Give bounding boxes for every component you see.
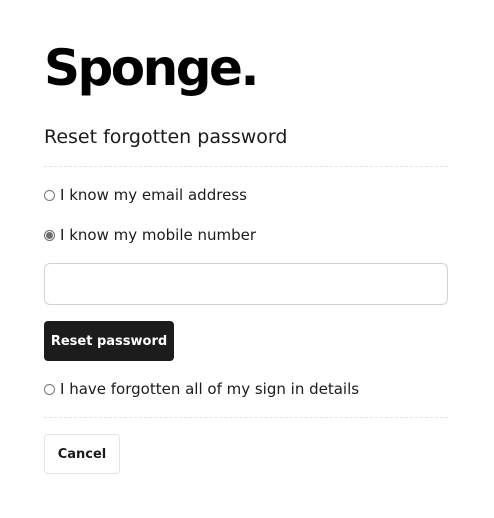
cancel-button[interactable]: Cancel <box>44 434 120 474</box>
mobile-option-label: I know my mobile number <box>60 226 257 244</box>
option-email-address[interactable]: I know my email address <box>44 183 247 207</box>
divider-top <box>44 166 448 167</box>
sponge-logo: Sponge. <box>44 39 259 97</box>
mobile-radio[interactable] <box>44 229 55 241</box>
email-option-label: I know my email address <box>60 186 247 204</box>
reset-password-button[interactable]: Reset password <box>44 321 174 361</box>
radio-selected-dot <box>46 231 53 239</box>
page-title: Reset forgotten password <box>44 126 288 148</box>
forgot-radio[interactable] <box>44 383 55 395</box>
divider-bottom <box>44 417 448 418</box>
mobile-number-input[interactable] <box>44 263 448 305</box>
option-mobile-number[interactable]: I know my mobile number <box>44 223 256 247</box>
forgot-option-label: I have forgotten all of my sign in detai… <box>60 380 360 398</box>
option-forgotten-all-details[interactable]: I have forgotten all of my sign in detai… <box>44 377 359 401</box>
email-radio[interactable] <box>44 189 55 201</box>
